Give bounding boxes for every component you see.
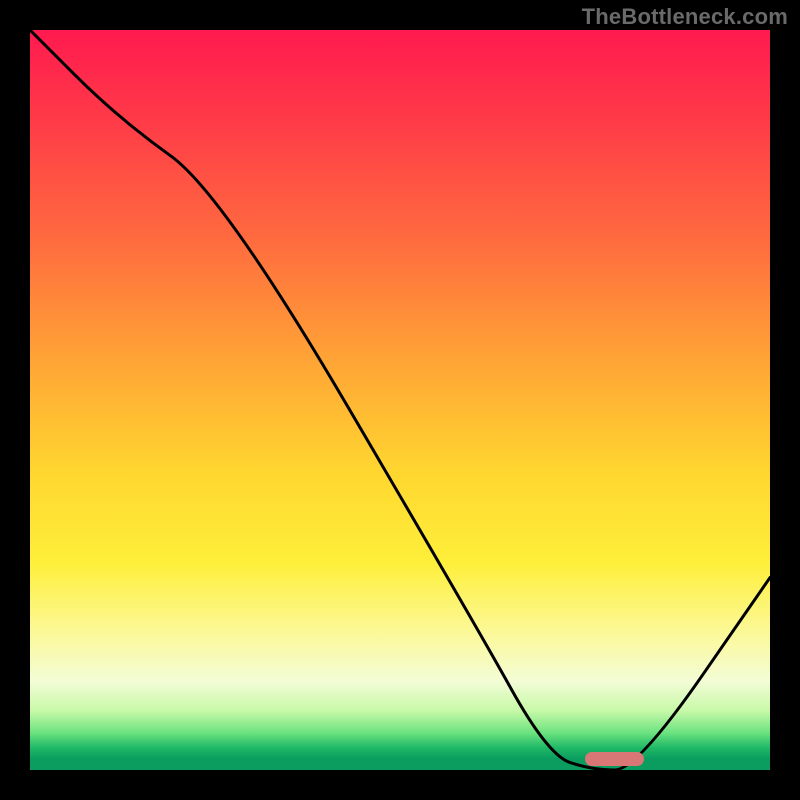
bottleneck-curve xyxy=(30,30,770,770)
optimal-marker xyxy=(585,752,644,766)
curve-path xyxy=(30,30,770,770)
watermark-text: TheBottleneck.com xyxy=(582,4,788,30)
chart-area xyxy=(30,30,770,770)
